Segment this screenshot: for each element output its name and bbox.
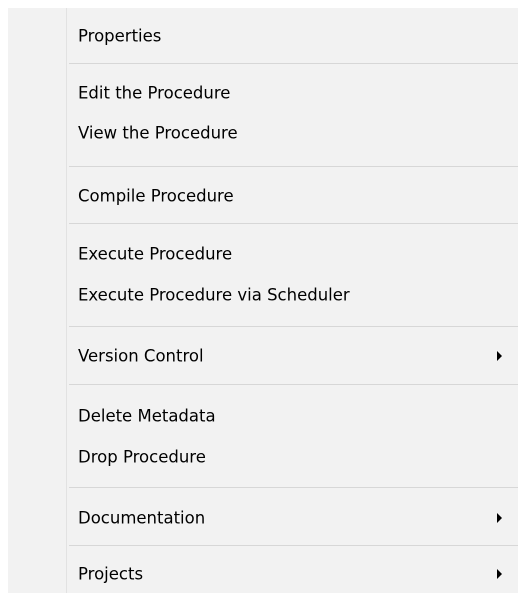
- menu-item-version-control[interactable]: Version Control: [8, 340, 518, 372]
- menu-item-label: Edit the Procedure: [78, 83, 231, 103]
- menu-item-execute-procedure[interactable]: Execute Procedure: [8, 238, 518, 270]
- menu-item-projects[interactable]: Projects: [8, 558, 518, 590]
- menu-separator: [69, 545, 518, 546]
- menu-item-properties[interactable]: Properties: [8, 20, 518, 52]
- menu-item-edit-procedure[interactable]: Edit the Procedure: [8, 77, 518, 109]
- menu-item-execute-via-scheduler[interactable]: Execute Procedure via Scheduler: [8, 279, 518, 311]
- context-menu: Properties Edit the Procedure View the P…: [8, 8, 518, 593]
- menu-item-label: Drop Procedure: [78, 447, 206, 467]
- menu-item-documentation[interactable]: Documentation: [8, 502, 518, 534]
- menu-separator: [69, 166, 518, 167]
- menu-item-label: Properties: [78, 26, 162, 46]
- menu-item-label: Compile Procedure: [78, 186, 234, 206]
- submenu-arrow-icon: [497, 513, 502, 523]
- menu-item-drop-procedure[interactable]: Drop Procedure: [8, 441, 518, 473]
- submenu-arrow-icon: [497, 569, 502, 579]
- menu-item-compile-procedure[interactable]: Compile Procedure: [8, 180, 518, 212]
- menu-separator: [69, 63, 518, 64]
- menu-item-label: View the Procedure: [78, 123, 238, 143]
- menu-separator: [69, 384, 518, 385]
- menu-item-label: Execute Procedure: [78, 244, 233, 264]
- menu-item-view-procedure[interactable]: View the Procedure: [8, 117, 518, 149]
- menu-item-label: Documentation: [78, 508, 206, 528]
- menu-separator: [69, 326, 518, 327]
- menu-item-label: Projects: [78, 564, 144, 584]
- menu-separator: [69, 487, 518, 488]
- submenu-arrow-icon: [497, 351, 502, 361]
- menu-item-label: Execute Procedure via Scheduler: [78, 285, 350, 305]
- menu-item-label: Version Control: [78, 346, 204, 366]
- menu-separator: [69, 223, 518, 224]
- menu-item-label: Delete Metadata: [78, 406, 216, 426]
- menu-item-delete-metadata[interactable]: Delete Metadata: [8, 400, 518, 432]
